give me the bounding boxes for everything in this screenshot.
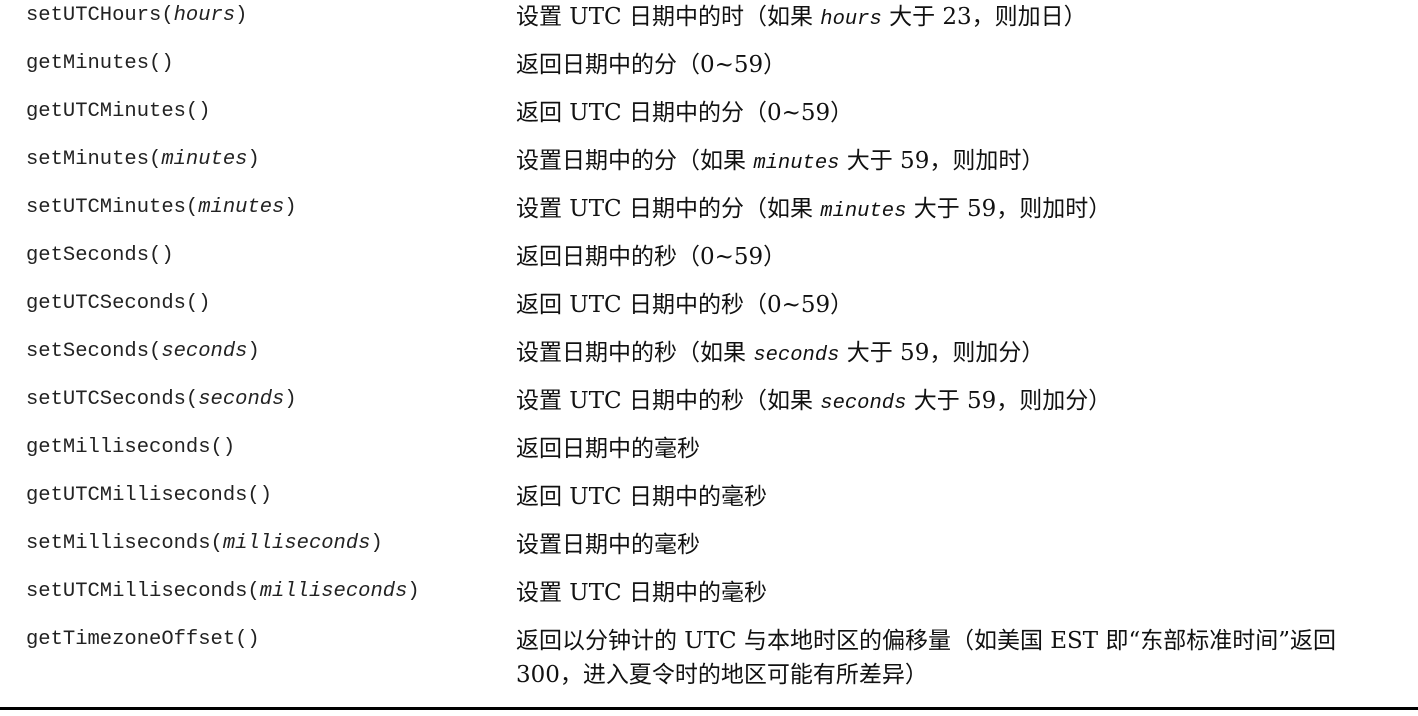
table-row: setUTCMilliseconds(milliseconds) 设置 UTC … bbox=[0, 576, 1418, 624]
method-description: 设置 UTC 日期中的毫秒 bbox=[490, 576, 1418, 613]
desc-text-end: 大于 23，则加日） bbox=[881, 4, 1087, 30]
desc-text-end: 大于 59，则加分） bbox=[906, 388, 1112, 414]
table-row: setMilliseconds(milliseconds) 设置日期中的毫秒 bbox=[0, 528, 1418, 576]
method-name: setMinutes(minutes) bbox=[0, 144, 490, 173]
method-name: setSeconds(seconds) bbox=[0, 336, 490, 365]
method-description: 返回 UTC 日期中的分（0~59） bbox=[490, 96, 1418, 133]
table-row: setSeconds(seconds) 设置日期中的秒（如果 seconds 大… bbox=[0, 336, 1418, 384]
desc-text: 设置日期中的分（如果 bbox=[516, 148, 754, 174]
method-table: setUTCHours(hours) 设置 UTC 日期中的时（如果 hours… bbox=[0, 0, 1418, 708]
table-bottom-rule bbox=[0, 707, 1418, 710]
method-name: getUTCSeconds() bbox=[0, 288, 490, 317]
table-row: setUTCSeconds(seconds) 设置 UTC 日期中的秒（如果 s… bbox=[0, 384, 1418, 432]
desc-text: 返回日期中的秒（0~59） bbox=[516, 244, 787, 270]
method-close: ) bbox=[370, 532, 383, 555]
method-call: getSeconds() bbox=[26, 244, 174, 267]
desc-code: hours bbox=[820, 8, 882, 31]
method-name: getMinutes() bbox=[0, 48, 490, 77]
method-call: setUTCMilliseconds( bbox=[26, 580, 260, 603]
method-description: 设置日期中的分（如果 minutes 大于 59，则加时） bbox=[490, 144, 1418, 181]
table-row: setUTCHours(hours) 设置 UTC 日期中的时（如果 hours… bbox=[0, 0, 1418, 48]
desc-text: 设置日期中的秒（如果 bbox=[516, 340, 754, 366]
method-arg: seconds bbox=[161, 340, 248, 363]
desc-text: 设置 UTC 日期中的毫秒 bbox=[516, 580, 767, 606]
method-description: 返回 UTC 日期中的毫秒 bbox=[490, 480, 1418, 517]
desc-text-end: 大于 59，则加时） bbox=[906, 196, 1112, 222]
method-close: ) bbox=[284, 388, 297, 411]
desc-code: seconds bbox=[820, 392, 907, 415]
method-arg: milliseconds bbox=[259, 580, 408, 603]
method-description: 返回以分钟计的 UTC 与本地时区的偏移量（如美国 EST 即“东部标准时间”返… bbox=[490, 624, 1418, 695]
table-row: getUTCSeconds() 返回 UTC 日期中的秒（0~59） bbox=[0, 288, 1418, 336]
method-close: ) bbox=[247, 340, 260, 363]
desc-code: minutes bbox=[753, 152, 840, 175]
table-row: getUTCMinutes() 返回 UTC 日期中的分（0~59） bbox=[0, 96, 1418, 144]
method-close: ) bbox=[407, 580, 420, 603]
method-name: getUTCMinutes() bbox=[0, 96, 490, 125]
method-call: getUTCMilliseconds() bbox=[26, 484, 273, 507]
method-description: 返回日期中的毫秒 bbox=[490, 432, 1418, 469]
table-row: setUTCMinutes(minutes) 设置 UTC 日期中的分（如果 m… bbox=[0, 192, 1418, 240]
table-row: getSeconds() 返回日期中的秒（0~59） bbox=[0, 240, 1418, 288]
table-row: getMilliseconds() 返回日期中的毫秒 bbox=[0, 432, 1418, 480]
desc-text: 返回以分钟计的 UTC 与本地时区的偏移量（如美国 EST 即“东部标准时间”返… bbox=[516, 628, 1336, 688]
desc-text: 设置 UTC 日期中的时（如果 bbox=[516, 4, 821, 30]
desc-text: 返回 UTC 日期中的毫秒 bbox=[516, 484, 767, 510]
method-name: setUTCHours(hours) bbox=[0, 0, 490, 29]
method-description: 设置日期中的毫秒 bbox=[490, 528, 1418, 565]
table-row: getTimezoneOffset() 返回以分钟计的 UTC 与本地时区的偏移… bbox=[0, 624, 1418, 708]
method-arg: milliseconds bbox=[222, 532, 371, 555]
desc-text: 返回日期中的分（0~59） bbox=[516, 52, 787, 78]
desc-text-end: 大于 59，则加时） bbox=[839, 148, 1045, 174]
method-name: setUTCMinutes(minutes) bbox=[0, 192, 490, 221]
method-name: setUTCMilliseconds(milliseconds) bbox=[0, 576, 490, 605]
method-call: getUTCMinutes() bbox=[26, 100, 211, 123]
desc-text: 设置 UTC 日期中的分（如果 bbox=[516, 196, 821, 222]
table-row: getMinutes() 返回日期中的分（0~59） bbox=[0, 48, 1418, 96]
method-description: 返回 UTC 日期中的秒（0~59） bbox=[490, 288, 1418, 325]
method-close: ) bbox=[247, 148, 260, 171]
desc-text: 设置日期中的毫秒 bbox=[516, 532, 700, 558]
desc-text: 设置 UTC 日期中的秒（如果 bbox=[516, 388, 821, 414]
method-call: setUTCHours( bbox=[26, 4, 174, 27]
method-name: getUTCMilliseconds() bbox=[0, 480, 490, 509]
method-call: getMilliseconds() bbox=[26, 436, 236, 459]
desc-text: 返回日期中的毫秒 bbox=[516, 436, 700, 462]
method-description: 返回日期中的秒（0~59） bbox=[490, 240, 1418, 277]
method-close: ) bbox=[235, 4, 248, 27]
method-arg: seconds bbox=[198, 388, 285, 411]
method-name: setUTCSeconds(seconds) bbox=[0, 384, 490, 413]
method-call: setMilliseconds( bbox=[26, 532, 223, 555]
method-description: 返回日期中的分（0~59） bbox=[490, 48, 1418, 85]
method-description: 设置 UTC 日期中的时（如果 hours 大于 23，则加日） bbox=[490, 0, 1418, 37]
method-name: setMilliseconds(milliseconds) bbox=[0, 528, 490, 557]
method-call: setMinutes( bbox=[26, 148, 162, 171]
desc-code: minutes bbox=[820, 200, 907, 223]
method-close: ) bbox=[284, 196, 297, 219]
method-call: getMinutes() bbox=[26, 52, 174, 75]
method-description: 设置日期中的秒（如果 seconds 大于 59，则加分） bbox=[490, 336, 1418, 373]
method-name: getTimezoneOffset() bbox=[0, 624, 490, 653]
method-call: setSeconds( bbox=[26, 340, 162, 363]
method-description: 设置 UTC 日期中的秒（如果 seconds 大于 59，则加分） bbox=[490, 384, 1418, 421]
method-name: getSeconds() bbox=[0, 240, 490, 269]
desc-text: 返回 UTC 日期中的分（0~59） bbox=[516, 100, 854, 126]
method-arg: minutes bbox=[198, 196, 285, 219]
method-call: setUTCSeconds( bbox=[26, 388, 199, 411]
method-description: 设置 UTC 日期中的分（如果 minutes 大于 59，则加时） bbox=[490, 192, 1418, 229]
method-arg: minutes bbox=[161, 148, 248, 171]
table-row: setMinutes(minutes) 设置日期中的分（如果 minutes 大… bbox=[0, 144, 1418, 192]
desc-text: 返回 UTC 日期中的秒（0~59） bbox=[516, 292, 854, 318]
method-arg: hours bbox=[173, 4, 236, 27]
method-call: setUTCMinutes( bbox=[26, 196, 199, 219]
method-name: getMilliseconds() bbox=[0, 432, 490, 461]
method-call: getTimezoneOffset() bbox=[26, 628, 260, 651]
desc-text-end: 大于 59，则加分） bbox=[839, 340, 1045, 366]
desc-code: seconds bbox=[753, 344, 840, 367]
table-row: getUTCMilliseconds() 返回 UTC 日期中的毫秒 bbox=[0, 480, 1418, 528]
method-call: getUTCSeconds() bbox=[26, 292, 211, 315]
